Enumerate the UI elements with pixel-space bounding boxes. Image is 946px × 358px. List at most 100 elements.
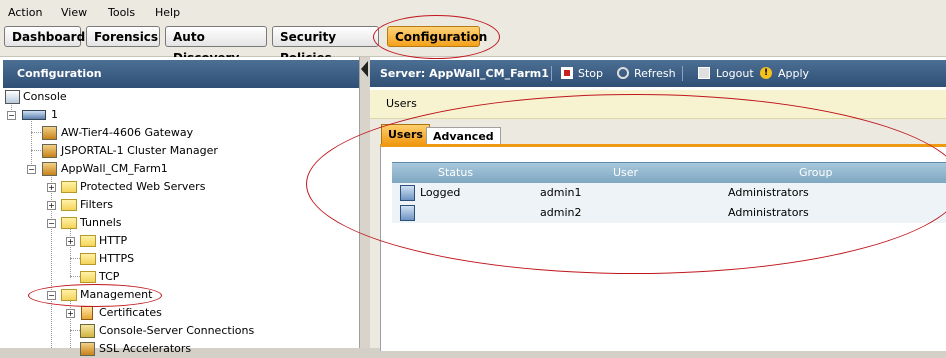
tree-node-label: HTTPS — [99, 252, 135, 265]
tree-node-ssl-accelerators[interactable]: SSL Accelerators — [0, 340, 260, 358]
tree-node-tcp[interactable]: TCP — [0, 268, 260, 286]
toolbar-separator — [682, 66, 683, 81]
tree-node-label: Console — [23, 90, 67, 103]
server-toolbar: Server: AppWall_CM_Farm1 Stop Refresh Lo… — [370, 60, 946, 107]
tree-node-console[interactable]: Console — [0, 88, 200, 106]
tab-forensics[interactable]: Forensics — [86, 26, 160, 47]
connections-icon — [80, 324, 95, 338]
expand-icon[interactable]: + — [66, 309, 75, 318]
table-header: Status User Group — [392, 162, 946, 183]
refresh-button[interactable]: Refresh — [616, 60, 678, 87]
menu-tools[interactable]: Tools — [108, 6, 135, 19]
tree-node-filters[interactable]: + Filters — [0, 196, 260, 214]
content-area: Users Advanced Status User Group Logged … — [370, 119, 946, 351]
logout-icon — [698, 67, 710, 79]
tab-security-policies[interactable]: Security Policies — [272, 26, 379, 65]
panel-splitter[interactable] — [359, 57, 370, 348]
main-tab-strip: Dashboard Forensics Auto Discovery Secur… — [0, 24, 946, 65]
tree-node-console-server-connections[interactable]: Console-Server Connections — [0, 322, 260, 340]
tree-node-label: TCP — [99, 270, 120, 283]
cell-user: admin1 — [540, 186, 582, 199]
folder-icon — [80, 253, 96, 265]
tab-advanced[interactable]: Advanced — [426, 127, 501, 144]
gateway-icon — [42, 126, 57, 140]
tab-dashboard[interactable]: Dashboard — [4, 26, 85, 47]
certificate-icon — [81, 306, 93, 320]
folder-icon — [80, 235, 96, 247]
apply-changes-button[interactable]: ! Apply Changes — [759, 60, 854, 107]
configuration-tree: Console − 1 AW-Tier4-4606 Gateway JSPORT… — [0, 88, 359, 356]
menu-help[interactable]: Help — [155, 6, 180, 19]
accelerator-icon — [80, 342, 95, 356]
stop-label: Stop — [578, 67, 604, 80]
tree-node-label: SSL Accelerators — [99, 342, 192, 355]
tree-node-certificates[interactable]: + Certificates — [0, 304, 260, 322]
column-header-user[interactable]: User — [613, 163, 638, 183]
tree-node-label: Tunnels — [80, 216, 122, 229]
logout-button[interactable]: Logout — [698, 60, 754, 87]
cell-user: admin2 — [540, 206, 582, 219]
tree-node-gateway[interactable]: AW-Tier4-4606 Gateway — [0, 124, 260, 142]
tree-node-management[interactable]: − Management — [0, 286, 260, 304]
tree-node-label: Management — [80, 288, 153, 301]
folder-open-icon — [61, 289, 77, 301]
table-row[interactable]: Logged admin1 Administrators — [392, 183, 946, 203]
cell-status: Logged — [420, 186, 461, 199]
tree-node-label: Console-Server Connections — [99, 324, 255, 337]
collapse-icon[interactable]: − — [7, 111, 16, 120]
tree-node-https[interactable]: HTTPS — [0, 250, 260, 268]
tab-configuration[interactable]: Configuration — [387, 26, 487, 47]
tree-node-protected-web-servers[interactable]: + Protected Web Servers — [0, 178, 260, 196]
users-tab-body: Status User Group Logged admin1 Administ… — [380, 144, 946, 351]
console-icon — [5, 90, 20, 104]
tree-node-group-1[interactable]: − 1 — [0, 106, 200, 124]
folder-icon — [61, 217, 77, 229]
collapse-icon[interactable]: − — [47, 219, 56, 228]
collapse-arrow-icon[interactable] — [361, 61, 368, 77]
tree-node-label: HTTP — [99, 234, 128, 247]
tab-users[interactable]: Users — [381, 124, 430, 144]
logout-label: Logout — [716, 67, 754, 80]
folder-icon — [61, 181, 77, 193]
collapse-icon[interactable]: − — [27, 165, 36, 174]
menu-view[interactable]: View — [61, 6, 87, 19]
column-header-status[interactable]: Status — [438, 163, 473, 183]
tree-node-label: Filters — [80, 198, 113, 211]
tree-node-label: Certificates — [99, 306, 162, 319]
configuration-panel-title: Configuration — [3, 60, 359, 88]
tab-auto-discovery[interactable]: Auto Discovery — [165, 26, 267, 65]
breadcrumb-label: Users — [386, 97, 417, 110]
tree-node-tunnels[interactable]: − Tunnels — [0, 214, 260, 232]
tree-node-label: 1 — [51, 108, 58, 121]
refresh-icon — [617, 67, 629, 79]
warning-icon: ! — [760, 67, 772, 79]
tree-node-label: AW-Tier4-4606 Gateway — [61, 126, 194, 139]
table-row[interactable]: admin2 Administrators — [392, 203, 946, 223]
stop-button[interactable]: Stop — [560, 60, 605, 87]
menu-action[interactable]: Action — [8, 6, 42, 19]
tree-node-http[interactable]: + HTTP — [0, 232, 260, 250]
user-icon — [400, 185, 415, 201]
toolbar-separator — [551, 66, 552, 81]
tree-node-label: JSPORTAL-1 Cluster Manager — [61, 144, 218, 157]
cluster-manager-icon — [42, 144, 57, 158]
column-header-group[interactable]: Group — [799, 163, 833, 183]
cell-group: Administrators — [728, 206, 809, 219]
tree-node-cluster-manager[interactable]: JSPORTAL-1 Cluster Manager — [0, 142, 260, 160]
farm-icon — [42, 162, 57, 176]
expand-icon[interactable]: + — [47, 183, 56, 192]
tree-node-appwall-farm[interactable]: − AppWall_CM_Farm1 — [0, 160, 260, 178]
expand-icon[interactable]: + — [66, 237, 75, 246]
cell-group: Administrators — [728, 186, 809, 199]
network-icon — [22, 110, 46, 120]
collapse-icon[interactable]: − — [47, 291, 56, 300]
stop-icon — [561, 67, 573, 79]
folder-icon — [61, 199, 77, 211]
expand-icon[interactable]: + — [47, 201, 56, 210]
breadcrumb: Users — [370, 90, 946, 119]
server-panel: Server: AppWall_CM_Farm1 Stop Refresh Lo… — [370, 57, 946, 351]
menu-bar: Action View Tools Help — [0, 0, 946, 24]
user-icon — [400, 205, 415, 221]
folder-icon — [80, 271, 96, 283]
tree-node-label: Protected Web Servers — [80, 180, 206, 193]
